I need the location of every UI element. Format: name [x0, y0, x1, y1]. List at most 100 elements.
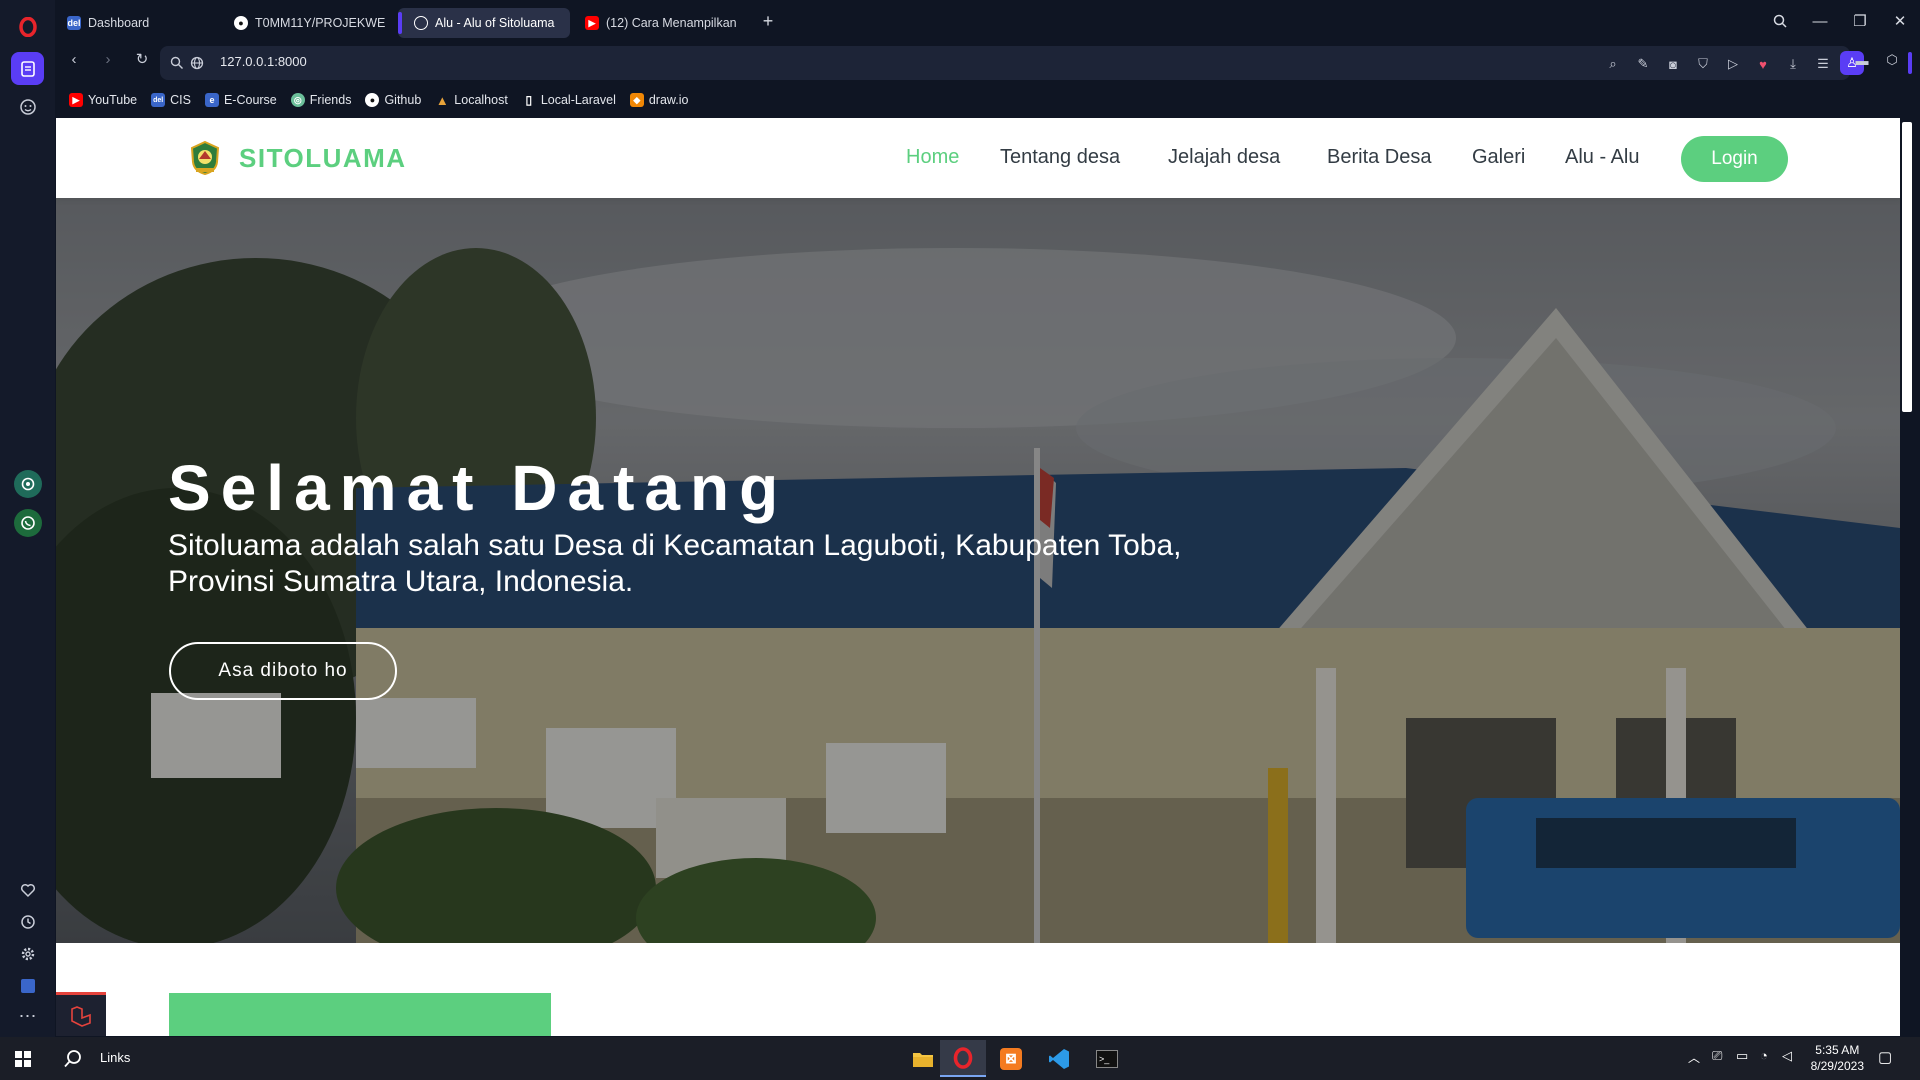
search-tabs-icon[interactable] [1765, 8, 1795, 34]
github-icon: ● [365, 93, 380, 107]
settings-icon[interactable] [11, 937, 44, 970]
pinboard-icon[interactable] [11, 52, 44, 85]
reload-icon[interactable]: ↻ [131, 50, 153, 68]
more-icon[interactable]: ⋯ [11, 1000, 44, 1033]
bookmark-local-laravel[interactable]: ▯ Local-Laravel [522, 93, 616, 107]
bookmark-label: E-Course [223, 93, 277, 107]
url-text[interactable]: 127.0.0.1:8000 [220, 54, 307, 69]
browser-sidebar: ⋯ [0, 0, 55, 1037]
aria-icon[interactable] [11, 90, 44, 123]
heart-icon[interactable] [11, 873, 44, 906]
close-icon[interactable]: ✕ [1885, 8, 1915, 34]
minimize-icon[interactable]: — [1805, 8, 1835, 34]
drawio-icon: ◆ [629, 93, 644, 107]
clock-time: 5:35 AM [1815, 1043, 1860, 1057]
search-icon[interactable] [50, 1040, 96, 1077]
brand-name[interactable]: SITOLUAMA [239, 143, 407, 174]
forward-icon[interactable]: › [97, 50, 119, 68]
tab-dashboard[interactable]: del Dashboard [57, 8, 217, 38]
tray-chevron-icon[interactable]: ︿ [1688, 1049, 1700, 1066]
nav-home[interactable]: Home [906, 146, 959, 169]
opera-icon[interactable] [940, 1040, 986, 1077]
easy-setup-icon[interactable]: ☰ [1813, 54, 1833, 74]
extension-icon[interactable] [11, 969, 44, 1002]
hero-cta-button[interactable]: Asa diboto ho [169, 642, 397, 700]
restore-icon[interactable]: ❐ [1845, 8, 1875, 34]
active-tab-marker [398, 12, 402, 34]
heart-icon[interactable]: ♥ [1753, 54, 1773, 74]
nav-tentang-desa[interactable]: Tentang desa [1000, 146, 1120, 169]
del-favicon-icon: del [67, 16, 81, 30]
back-icon[interactable]: ‹ [63, 50, 85, 68]
box-icon[interactable]: ⬡ [1882, 50, 1902, 70]
nav-berita-desa[interactable]: Berita Desa [1327, 146, 1432, 169]
hero-section: Selamat Datang Sitoluama adalah salah sa… [56, 198, 1900, 943]
opera-logo-icon[interactable] [11, 10, 44, 43]
bookmark-label: Localhost [454, 93, 508, 107]
bookmark-label: Github [384, 93, 422, 107]
globe-icon [186, 54, 208, 72]
whatsapp-icon[interactable] [14, 509, 42, 537]
address-bar[interactable]: 127.0.0.1:8000 ⌕ ✎ ◙ ⛉ ▷ ♥ ⤓ ☰ ♙ [160, 46, 1864, 80]
bookmark-friends[interactable]: ◎ Friends [290, 93, 351, 107]
hero-title: Selamat Datang [168, 452, 789, 524]
file-icon: ▯ [525, 93, 533, 107]
snapshot-icon[interactable]: ▬ [1852, 50, 1872, 70]
notifications-icon[interactable]: ▢ [1878, 1048, 1892, 1066]
tray-device-icon[interactable]: ⎚ [1712, 1048, 1722, 1064]
adblock-icon[interactable]: ⛉ [1693, 54, 1713, 74]
new-tab-icon[interactable]: + [753, 8, 783, 34]
scrollbar-thumb[interactable] [1902, 122, 1912, 412]
bookmark-localhost[interactable]: ▲ Localhost [435, 92, 508, 108]
chatgpt-icon[interactable] [14, 470, 42, 498]
clock-date: 8/29/2023 [1810, 1059, 1864, 1073]
tab-github[interactable]: ● T0MM11Y/PROJEKWEBPA [224, 8, 386, 38]
tab-youtube[interactable]: ▶ (12) Cara Menampilkan G [575, 8, 740, 38]
youtube-icon: ▶ [69, 93, 83, 107]
windows-start-icon[interactable] [0, 1040, 46, 1077]
laravel-debugbar-icon[interactable] [56, 992, 106, 1036]
history-icon[interactable] [11, 905, 44, 938]
tab-title: Alu - Alu of Sitoluama [435, 16, 555, 30]
nav-alu-alu[interactable]: Alu - Alu [1565, 146, 1639, 169]
xampp-icon[interactable]: ⊠ [988, 1040, 1034, 1077]
edit-icon[interactable]: ✎ [1633, 54, 1653, 74]
green-feature-card [169, 993, 551, 1036]
ecourse-icon: e [204, 93, 219, 107]
bookmark-label: YouTube [88, 93, 138, 107]
login-button[interactable]: Login [1681, 136, 1788, 182]
taskbar: Links ⊠ >_ ︿ ⎚ ▭ ◔ ◁ 5:35 AM 8/29/2023 ▢ [0, 1037, 1920, 1080]
tab-title: Dashboard [88, 16, 150, 30]
clock[interactable]: 5:35 AM 8/29/2023 [1811, 1042, 1864, 1074]
tab-title: (12) Cara Menampilkan G [606, 16, 740, 30]
site-header: SITOLUAMA Home Tentang desa Jelajah desa… [56, 118, 1900, 198]
volume-icon[interactable]: ◁ [1782, 1048, 1792, 1064]
taskbar-search-label[interactable]: Links [100, 1050, 130, 1065]
nav-jelajah-desa[interactable]: Jelajah desa [1168, 146, 1280, 169]
village-emblem-icon[interactable] [188, 140, 222, 176]
terminal-icon[interactable]: >_ [1084, 1040, 1130, 1077]
localhost-icon: ▲ [435, 92, 449, 108]
wifi-icon[interactable]: ◔ [1760, 1048, 1768, 1063]
tab-title: T0MM11Y/PROJEKWEBPA [255, 16, 386, 30]
page-scrollbar[interactable] [1900, 118, 1920, 1036]
address-row: ‹ › ↻ 127.0.0.1:8000 ⌕ ✎ ◙ ⛉ ▷ ♥ ⤓ ☰ ♙ ▬… [55, 42, 1920, 84]
bookmark-drawio[interactable]: ◆ draw.io [629, 93, 688, 107]
sidebar-toggle-marker [1908, 52, 1912, 74]
camera-icon[interactable]: ◙ [1663, 54, 1683, 74]
bookmark-cis[interactable]: del CIS [151, 93, 191, 107]
del-icon: del [151, 93, 166, 107]
zoom-icon[interactable]: ⌕ [1603, 54, 1623, 74]
battery-icon[interactable]: ▭ [1736, 1048, 1748, 1064]
tab-alu-alu[interactable]: Alu - Alu of Sitoluama [398, 8, 570, 38]
vscode-icon[interactable] [1036, 1040, 1082, 1077]
bookmark-ecourse[interactable]: e E-Course [204, 93, 277, 107]
globe-icon [414, 16, 428, 30]
download-icon[interactable]: ⤓ [1783, 54, 1803, 74]
send-icon[interactable]: ▷ [1723, 54, 1743, 74]
nav-galeri[interactable]: Galeri [1472, 146, 1525, 169]
github-icon: ● [234, 16, 248, 30]
bookmark-youtube[interactable]: ▶ YouTube [69, 93, 137, 107]
site-info-icon[interactable] [166, 54, 188, 72]
bookmark-github[interactable]: ● Github [365, 93, 421, 107]
